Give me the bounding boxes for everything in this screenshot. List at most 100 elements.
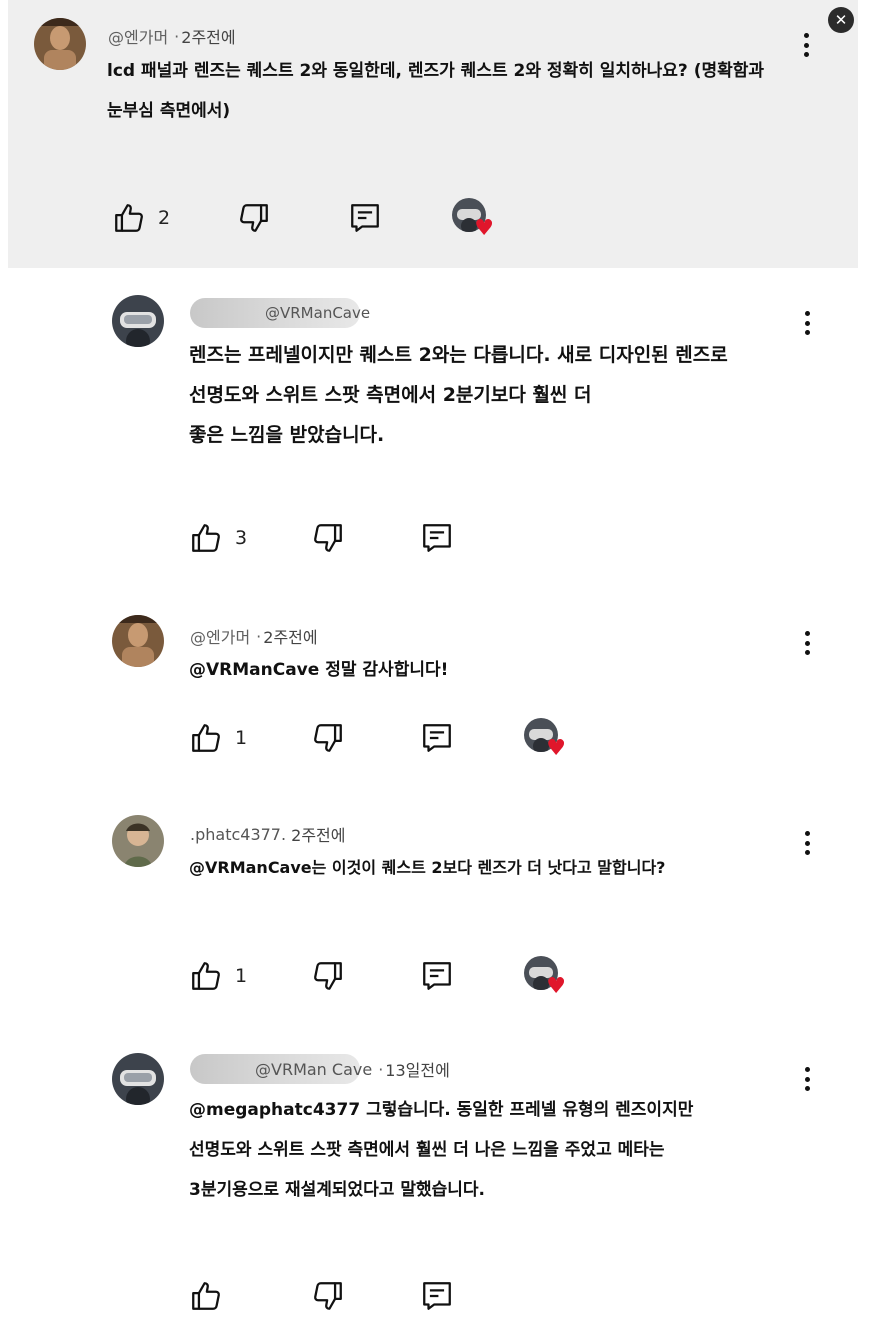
like-button[interactable] <box>189 1276 235 1316</box>
more-options-button[interactable] <box>797 1064 817 1094</box>
avatar[interactable] <box>112 295 164 347</box>
author-handle[interactable]: @VRManCave <box>265 304 370 322</box>
more-options-button[interactable] <box>797 828 817 858</box>
comment-text: 렌즈는 프레넬이지만 퀘스트 2와는 다릅니다. 새로 디자인된 렌즈로 선명도… <box>189 335 829 455</box>
more-vertical-icon-dot <box>804 850 810 855</box>
comment-highlighted: @엔가머 · 2주전에 lcd 패널과 렌즈는 퀘스트 2와 동일한데, 렌즈가… <box>8 0 858 268</box>
more-vertical-icon-dot <box>804 1076 810 1082</box>
comment-line: 눈부심 측면에서) <box>107 101 231 121</box>
more-vertical-icon-dot <box>804 330 810 335</box>
like-count: 2 <box>158 207 171 229</box>
comment-line: @VRManCave는 이것이 퀘스트 2보다 렌즈가 더 낫다고 말합니다? <box>189 858 666 877</box>
like-button[interactable]: 1 <box>189 956 247 996</box>
dislike-button[interactable] <box>311 518 345 558</box>
meta-separator: · <box>174 26 180 46</box>
like-count: 1 <box>235 965 248 987</box>
close-icon[interactable]: ✕ <box>828 7 854 33</box>
meta-separator: · <box>378 1059 384 1079</box>
comment-text: lcd 패널과 렌즈는 퀘스트 2와 동일한데, 렌즈가 퀘스트 2와 정확히 … <box>107 51 827 131</box>
thumbs-down-icon <box>314 1282 342 1310</box>
comment-line: 3분기용으로 재설계되었다고 말했습니다. <box>189 1180 486 1200</box>
comment-meta: @VRMan Cave · 13일전에 <box>190 1054 450 1084</box>
author-handle[interactable]: @엔가머 <box>190 624 250 648</box>
comment-line: 선명도와 스위트 스팟 측면에서 2분기보다 훨씬 더 <box>189 384 592 406</box>
comment-meta: .phatc4377. 2주전에 <box>190 822 346 846</box>
dislike-button[interactable] <box>311 718 345 758</box>
heart-icon: ♥ <box>546 974 566 999</box>
reply-icon <box>423 524 451 552</box>
comment-line: 좋은 느낌을 받았습니다. <box>189 424 385 446</box>
reply-icon <box>351 204 379 232</box>
more-vertical-icon <box>804 1067 810 1072</box>
reply-button[interactable] <box>420 518 454 558</box>
comment-line: @VRManCave 정말 감사합니다! <box>189 660 449 680</box>
reply-button[interactable] <box>348 198 382 238</box>
thumbs-up-icon <box>192 524 220 552</box>
comment-meta: @VRManCave <box>190 298 370 328</box>
more-vertical-icon <box>804 311 810 316</box>
more-vertical-icon-dot <box>804 640 810 646</box>
reply-button[interactable] <box>420 1276 454 1316</box>
thumbs-down-icon <box>240 204 268 232</box>
dislike-button[interactable] <box>237 198 271 238</box>
reply-button[interactable] <box>420 956 454 996</box>
more-vertical-icon-dot <box>803 52 809 57</box>
avatar[interactable] <box>112 815 164 867</box>
timestamp[interactable]: 2주전에 <box>291 822 345 846</box>
more-options-button[interactable] <box>796 30 816 60</box>
more-vertical-icon-dot <box>804 320 810 326</box>
thumbs-up-icon <box>115 204 143 232</box>
author-handle[interactable]: .phatc4377. <box>190 825 286 844</box>
meta-separator: · <box>256 626 262 646</box>
more-vertical-icon-dot <box>804 650 810 655</box>
comment-text: @VRManCave 정말 감사합니다! <box>189 650 809 690</box>
creator-heart[interactable]: ♥ <box>524 718 566 760</box>
thumbs-up-icon <box>192 962 220 990</box>
comment-meta: @엔가머 · 2주전에 <box>190 624 318 648</box>
comment-line: lcd 패널과 렌즈는 퀘스트 2와 동일한데, 렌즈가 퀘스트 2와 정확히 … <box>107 61 765 81</box>
author-handle[interactable]: @VRMan Cave <box>255 1060 372 1079</box>
thumbs-down-icon <box>314 724 342 752</box>
comment-line: 선명도와 스위트 스팟 측면에서 훨씬 더 나은 느낌을 주었고 메타는 <box>189 1140 665 1160</box>
more-options-button[interactable] <box>797 628 817 658</box>
comment-line: 렌즈는 프레넬이지만 퀘스트 2와는 다릅니다. 새로 디자인된 렌즈로 <box>189 344 728 366</box>
thumbs-down-icon <box>314 524 342 552</box>
timestamp[interactable]: 2주전에 <box>263 624 317 648</box>
thumbs-down-icon <box>314 962 342 990</box>
avatar[interactable] <box>112 1053 164 1105</box>
reply-icon <box>423 724 451 752</box>
more-vertical-icon <box>804 831 810 836</box>
comment-line: @megaphatc4377 그렇습니다. 동일한 프레넬 유형의 렌즈이지만 <box>189 1100 694 1120</box>
reply-icon <box>423 962 451 990</box>
timestamp[interactable]: 2주전에 <box>181 24 235 48</box>
timestamp[interactable]: 13일전에 <box>385 1057 450 1081</box>
more-vertical-icon-dot <box>804 1086 810 1091</box>
comment-thread: @엔가머 · 2주전에 lcd 패널과 렌즈는 퀘스트 2와 동일한데, 렌즈가… <box>0 0 890 1328</box>
comment-text: @VRManCave는 이것이 퀘스트 2보다 렌즈가 더 낫다고 말합니다? <box>189 848 829 888</box>
reply-comment: @VRMan Cave · 13일전에 @megaphatc4377 그렇습니다… <box>0 1038 890 1328</box>
thumbs-up-icon <box>192 1282 220 1310</box>
heart-icon: ♥ <box>474 216 494 241</box>
more-options-button[interactable] <box>797 308 817 338</box>
reply-comment: @엔가머 · 2주전에 @VRManCave 정말 감사합니다! 1 ♥ <box>0 600 890 790</box>
more-vertical-icon-dot <box>804 840 810 846</box>
like-button[interactable]: 3 <box>189 518 247 558</box>
creator-heart[interactable]: ♥ <box>452 198 494 240</box>
heart-icon: ♥ <box>546 736 566 761</box>
avatar[interactable] <box>112 615 164 667</box>
more-vertical-icon-dot <box>803 42 809 48</box>
comment-meta: @엔가머 · 2주전에 <box>108 24 236 48</box>
author-handle[interactable]: @엔가머 <box>108 24 168 48</box>
reply-icon <box>423 1282 451 1310</box>
like-button[interactable]: 2 <box>112 198 170 238</box>
more-vertical-icon <box>803 33 809 38</box>
reply-button[interactable] <box>420 718 454 758</box>
like-button[interactable]: 1 <box>189 718 247 758</box>
like-count: 1 <box>235 727 248 749</box>
creator-heart[interactable]: ♥ <box>524 956 566 998</box>
reply-comment: @VRManCave 렌즈는 프레넬이지만 퀘스트 2와는 다릅니다. 새로 디… <box>0 280 890 580</box>
dislike-button[interactable] <box>311 956 345 996</box>
avatar[interactable] <box>34 18 86 70</box>
dislike-button[interactable] <box>311 1276 345 1316</box>
comment-text: @megaphatc4377 그렇습니다. 동일한 프레넬 유형의 렌즈이지만 … <box>189 1090 829 1210</box>
